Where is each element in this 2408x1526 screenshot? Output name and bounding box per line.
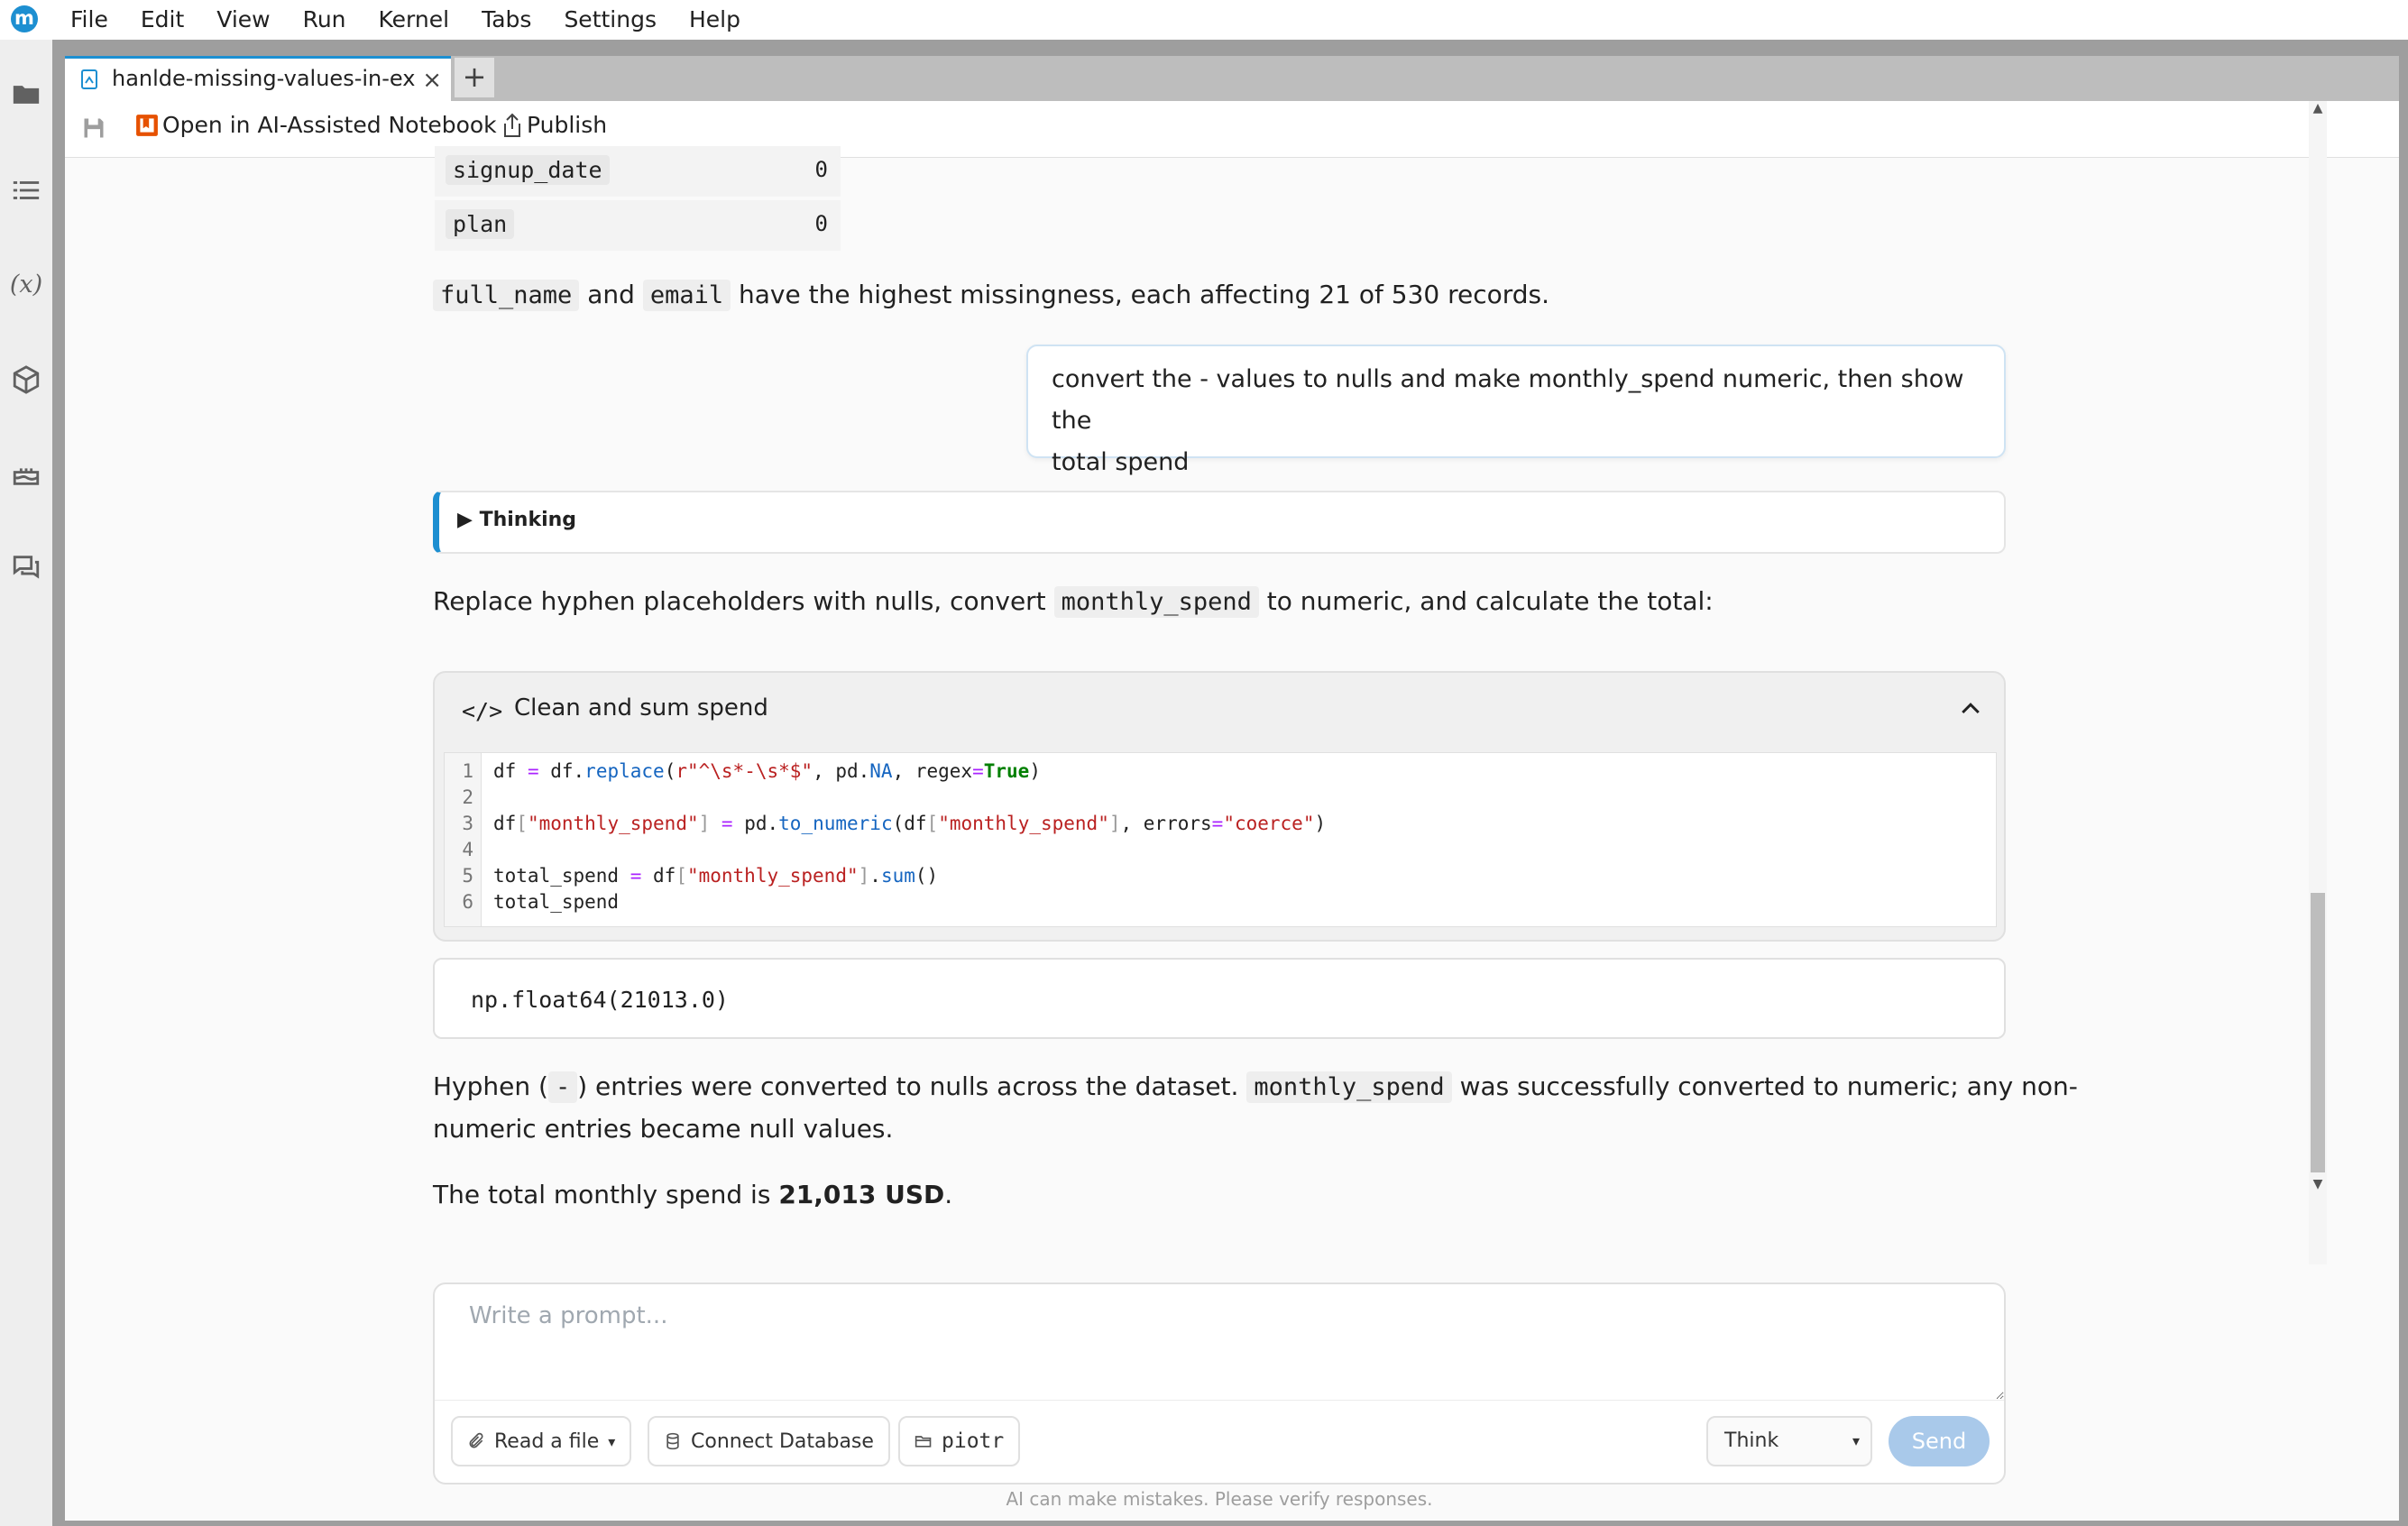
missing-count: 0 — [814, 211, 828, 236]
open-ai-notebook-button[interactable]: Open in AI-Assisted Notebook — [135, 112, 497, 138]
code-icon: </> — [462, 698, 503, 724]
scrollbar-thumb[interactable] — [2311, 893, 2325, 1172]
list-icon[interactable] — [4, 168, 49, 213]
line-number: 1 — [462, 760, 473, 782]
thinking-label: ▶ Thinking — [457, 509, 577, 531]
read-file-button[interactable]: Read a file ▾ — [451, 1416, 632, 1466]
inline-code: monthly_spend — [1053, 586, 1259, 618]
menu-file[interactable]: File — [70, 0, 108, 40]
code-line: df["monthly_spend"] = pd.to_numeric(df["… — [493, 813, 1327, 834]
code-editor[interactable]: 1 2 3 4 5 6 df = df.replace(r"^\s*-\s*$"… — [444, 752, 1997, 927]
divider — [435, 1400, 2004, 1401]
chevron-down-icon: ▾ — [608, 1432, 616, 1450]
menu-run[interactable]: Run — [303, 0, 346, 40]
menu-edit[interactable]: Edit — [141, 0, 184, 40]
line-number: 4 — [462, 839, 473, 860]
code-cell: </> Clean and sum spend 1 2 3 4 5 6 df =… — [433, 671, 2006, 942]
total-spend-summary: The total monthly spend is 21,013 USD. — [433, 1180, 953, 1209]
connect-database-button[interactable]: Connect Database — [648, 1416, 890, 1466]
code-line: total_spend — [493, 891, 620, 913]
inline-code: - — [547, 1071, 578, 1103]
send-button[interactable]: Send — [1889, 1416, 1990, 1466]
chevron-up-icon[interactable] — [1957, 694, 1984, 722]
table-row: signup_date 0 — [435, 146, 841, 197]
menu-help[interactable]: Help — [689, 0, 740, 40]
table-row: plan 0 — [435, 200, 841, 251]
thinking-toggle[interactable]: ▶ Thinking — [433, 491, 2006, 554]
menu-view[interactable]: View — [216, 0, 270, 40]
inline-code: email — [642, 280, 731, 311]
inline-code: full_name — [433, 280, 580, 311]
share-icon — [504, 113, 520, 137]
close-icon[interactable]: × — [422, 67, 442, 94]
ai-disclaimer: AI can make mistakes. Please verify resp… — [1006, 1488, 1433, 1510]
line-number: 3 — [462, 813, 473, 834]
missing-count: 0 — [814, 157, 828, 182]
variables-icon[interactable]: (x) — [4, 262, 49, 307]
tab-notebook[interactable]: hanlde-missing-values-in-exc × — [65, 56, 451, 103]
notebook-file-icon — [81, 69, 97, 89]
database-icon — [666, 1432, 679, 1450]
publish-button[interactable]: Publish — [501, 112, 607, 138]
column-name: plan — [446, 209, 515, 239]
ai-notebook-icon — [136, 114, 158, 136]
code-line: df = df.replace(r"^\s*-\s*$", pd.NA, reg… — [493, 760, 1041, 782]
tab-bar: hanlde-missing-values-in-exc × + — [65, 56, 2399, 103]
line-number: 6 — [462, 891, 473, 913]
prompt-input[interactable] — [435, 1284, 2004, 1400]
open-ai-notebook-label: Open in AI-Assisted Notebook — [162, 112, 497, 138]
paperclip-icon — [469, 1432, 483, 1448]
folder-open-icon — [914, 1436, 932, 1448]
folder-button[interactable]: piotr — [898, 1416, 1021, 1466]
scroll-down-arrow-icon[interactable]: ▼ — [2309, 1177, 2327, 1195]
user-message: convert the - values to nulls and make m… — [1026, 345, 2006, 476]
tab-title: hanlde-missing-values-in-exc — [112, 66, 415, 91]
menu-kernel[interactable]: Kernel — [379, 0, 450, 40]
menubar: m File Edit View Run Kernel Tabs Setting… — [0, 0, 2408, 40]
chat-icon[interactable] — [4, 545, 49, 590]
new-tab-button[interactable]: + — [455, 58, 494, 97]
cell-output: np.float64(21013.0) — [433, 958, 2006, 1039]
column-name: signup_date — [446, 155, 610, 185]
save-icon[interactable] — [81, 115, 106, 141]
menu-list: File Edit View Run Kernel Tabs Settings … — [70, 0, 773, 40]
app-logo: m — [11, 5, 38, 32]
code-cell-title: Clean and sum spend — [514, 694, 768, 722]
output-value: np.float64(21013.0) — [471, 987, 729, 1013]
cake-icon[interactable] — [4, 451, 49, 496]
folder-icon[interactable] — [4, 72, 49, 117]
prompt-composer: Read a file ▾ Connect Database piotr Thi… — [433, 1282, 2006, 1485]
code-line: total_spend = df["monthly_spend"].sum() — [493, 865, 939, 887]
chevron-down-icon: ▾ — [1852, 1432, 1860, 1449]
line-number: 2 — [462, 786, 473, 808]
inline-code: monthly_spend — [1246, 1071, 1452, 1103]
line-number: 5 — [462, 865, 473, 887]
conversion-summary: Hyphen (-) entries were converted to nul… — [433, 1071, 2078, 1144]
menu-settings[interactable]: Settings — [564, 0, 657, 40]
mode-select[interactable]: Think ▾ — [1706, 1416, 1872, 1466]
assistant-intro: Replace hyphen placeholders with nulls, … — [433, 586, 1714, 618]
total-spend-value: 21,013 USD — [778, 1180, 945, 1209]
menu-tabs[interactable]: Tabs — [482, 0, 531, 40]
package-icon[interactable] — [4, 357, 49, 402]
publish-label: Publish — [527, 112, 608, 138]
missingness-summary: full_name and email have the highest mis… — [433, 274, 1549, 317]
notebook-toolbar: Open in AI-Assisted Notebook Publish — [65, 101, 2399, 158]
left-sidebar: (x) — [0, 40, 52, 1526]
scroll-up-arrow-icon[interactable]: ▲ — [2309, 101, 2327, 119]
